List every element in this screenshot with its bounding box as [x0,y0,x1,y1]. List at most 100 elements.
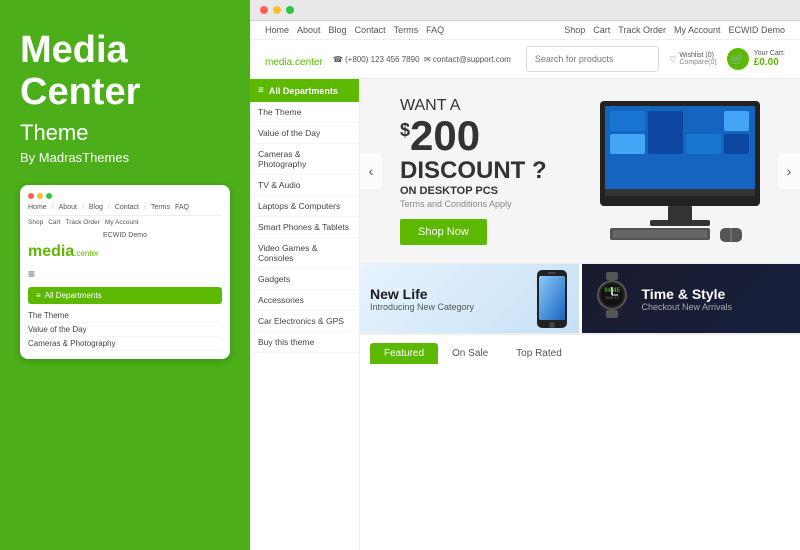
top-bar-nav: Home About Blog Contact Terms FAQ [265,25,444,35]
top-bar-right: Shop Cart Track Order My Account ECWID D… [564,25,785,35]
phone-number: ☎ (+800) 123 456 7890 ✉ contact@support.… [333,55,511,64]
shop-now-button[interactable]: Shop Now [400,219,487,245]
tab-top-rated[interactable]: Top Rated [502,343,576,364]
banner-new-life[interactable]: New Life Introducing New Category [360,264,582,333]
mobile-nav-blog: Blog [89,204,103,211]
dept-item-accessories[interactable]: Accessories [250,290,359,311]
slider-terms: Terms and Conditions Apply [400,199,560,209]
mobile-dot-yellow [37,193,43,199]
dept-label: All Departments [269,86,338,96]
header-cart: ♡ Wishlist (0)Compare(0) 🛒 Your Cart: £0… [669,48,785,70]
slider-image [580,94,780,249]
site-main: ≡ All Departments The Theme Value of the… [250,79,800,550]
search-bar: All Categories 🔍 [526,46,659,72]
banner-time-style[interactable]: 04:45 SUN 12 Time & Style Checkout New A… [582,264,800,333]
theme-title: Media Center [20,30,230,114]
search-input[interactable] [527,47,659,71]
nav-shop[interactable]: Shop [564,25,585,35]
desktop-computer-svg [580,96,780,246]
browser-chrome [250,0,800,21]
tab-on-sale[interactable]: On Sale [438,343,502,364]
site-sidebar: ≡ All Departments The Theme Value of the… [250,79,360,550]
browser-dot-red[interactable] [260,6,268,14]
mobile-preview: Home / About / Blog / Contact / Terms FA… [20,185,230,359]
theme-author: By MadrasThemes [20,150,230,165]
mobile-dept-button[interactable]: ≡ All Departments [28,287,222,304]
nav-home[interactable]: Home [265,25,289,35]
banner-new-life-title: New Life [370,286,474,302]
mobile-sub-nav: Shop Cart Track Order My Account [28,219,222,226]
slider-dollar: $ [400,121,410,139]
nav-ecwid-demo[interactable]: ECWID Demo [728,25,785,35]
website: Home About Blog Contact Terms FAQ Shop C… [250,21,800,550]
dept-header[interactable]: ≡ All Departments [250,79,359,102]
mobile-window-dots [28,193,222,199]
dept-item-buy-theme[interactable]: Buy this theme [250,332,359,353]
menu-icon: ≡ [258,85,264,96]
site-header: media.center ☎ (+800) 123 456 7890 ✉ con… [250,40,800,79]
cart-area[interactable]: 🛒 Your Cart: £0.00 [727,48,785,70]
mobile-nav-terms: Terms [151,204,170,211]
banner-right-text: Time & Style Checkout New Arrivals [642,286,733,312]
tab-featured[interactable]: Featured [370,343,438,364]
nav-cart[interactable]: Cart [593,25,610,35]
mobile-dot-green [46,193,52,199]
nav-contact[interactable]: Contact [355,25,386,35]
dept-item-video-games[interactable]: Video Games & Consoles [250,238,359,269]
dept-item-smartphones[interactable]: Smart Phones & Tablets [250,217,359,238]
banner-watch-image: 04:45 SUN 12 [592,270,632,328]
nav-track-order[interactable]: Track Order [618,25,666,35]
dept-item-value[interactable]: Value of the Day [250,123,359,144]
cart-icon: 🛒 [727,48,749,70]
wishlist-label: Wishlist (0)Compare(0) [679,52,716,66]
dept-item-car[interactable]: Car Electronics & GPS [250,311,359,332]
slider-next-button[interactable]: › [778,153,800,189]
mobile-dept-item: Value of the Day [28,323,222,337]
svg-text:SUN 12: SUN 12 [604,295,619,300]
mobile-dept-item: The Theme [28,309,222,323]
mobile-nav-contact: Contact [115,204,139,211]
mobile-nav-about: About [59,204,77,211]
wishlist-area: ♡ Wishlist (0)Compare(0) [669,52,717,66]
tabs-row: Featured On Sale Top Rated [360,334,800,364]
dept-item-laptops[interactable]: Laptops & Computers [250,196,359,217]
mobile-dept-item: Cameras & Photography [28,337,222,351]
banner-time-style-title: Time & Style [642,286,733,302]
banner-phone-image [529,268,582,333]
mobile-nav-home: Home [28,204,47,211]
mobile-menu-icon: ≡ [28,267,222,281]
cart-amount: £0.00 [754,57,785,68]
content-area: ‹ WANT A $200 DISCOUNT ? ON DESKTOP PCS … [360,79,800,550]
nav-blog[interactable]: Blog [329,25,347,35]
cart-label: Your Cart: [754,50,785,57]
mobile-logo: media.center [28,243,222,261]
nav-my-account[interactable]: My Account [674,25,721,35]
mobile-nav-bar: Home / About / Blog / Contact / Terms FA… [28,204,222,216]
dept-item-gadgets[interactable]: Gadgets [250,269,359,290]
theme-subtitle: Theme [20,120,230,146]
site-logo: media.center [265,48,323,71]
banner-new-life-subtitle: Introducing New Category [370,302,474,312]
dept-item-tv[interactable]: TV & Audio [250,175,359,196]
hero-slider: ‹ WANT A $200 DISCOUNT ? ON DESKTOP PCS … [360,79,800,264]
slider-text: WANT A $200 DISCOUNT ? ON DESKTOP PCS Te… [400,97,560,245]
nav-faq[interactable]: FAQ [426,25,444,35]
dept-item-the-theme[interactable]: The Theme [250,102,359,123]
phone-svg [529,268,582,333]
slider-prev-button[interactable]: ‹ [360,153,382,189]
left-panel: Media Center Theme By MadrasThemes Home … [0,0,250,550]
slider-on-desktop: ON DESKTOP PCS [400,185,560,197]
browser-dot-green[interactable] [286,6,294,14]
watch-svg: 04:45 SUN 12 [592,270,632,320]
top-bar: Home About Blog Contact Terms FAQ Shop C… [250,21,800,40]
banner-time-style-subtitle: Checkout New Arrivals [642,302,733,312]
slider-discount: DISCOUNT ? [400,157,560,185]
cart-label-area: Your Cart: £0.00 [754,50,785,68]
nav-terms[interactable]: Terms [394,25,419,35]
browser-dot-yellow[interactable] [273,6,281,14]
dept-item-cameras[interactable]: Cameras & Photography [250,144,359,175]
banner-row: New Life Introducing New Category [360,264,800,334]
nav-about[interactable]: About [297,25,321,35]
banner-left-text: New Life Introducing New Category [370,286,474,312]
wishlist-icon: ♡ [669,55,676,64]
